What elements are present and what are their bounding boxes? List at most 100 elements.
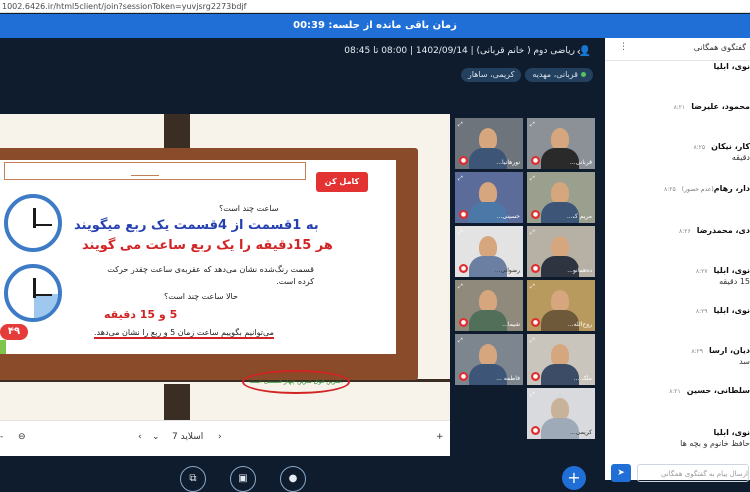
presenter-list: قربانی، مهدیه کریمی، ساهار — [460, 68, 593, 82]
camera-icon[interactable]: ▣ — [230, 466, 256, 492]
chat-message: نوی، ابلیا ۸:۲۷ 15 دقیقه — [605, 266, 750, 286]
mic-muted-icon: ● — [459, 318, 468, 327]
expand-icon[interactable]: ⤢ — [530, 283, 535, 291]
chat-message: دار، رهام(عدم حضور) ۸:۲۵ — [605, 184, 750, 193]
next-slide-button[interactable]: › — [218, 432, 222, 442]
chat-message: سلطانی، حسین ۸:۲۱ — [605, 386, 750, 395]
participant-name: ملک ... — [573, 375, 592, 382]
slide-select-chevron[interactable]: ⌄ — [152, 432, 160, 442]
clock-icon — [4, 194, 62, 252]
board-hanger-bottom — [164, 384, 190, 420]
video-tile[interactable]: ⤢ ● مریم ک... — [527, 172, 595, 223]
more-vertical-icon[interactable]: ⋮ — [619, 42, 628, 52]
presenter-name: قربانی، مهدیه — [532, 70, 578, 79]
chat-sender: نوی، ابلیا — [713, 266, 750, 275]
chat-message: نوی، ابلیا حافظ خانوم و بچه ها — [605, 428, 750, 448]
zoom-minus-label[interactable]: - — [0, 432, 3, 442]
clock-minute-hand — [34, 294, 52, 296]
strip-triangle — [131, 167, 159, 176]
chat-body: حافظ خانوم و بچه ها — [680, 439, 750, 448]
video-tile[interactable]: ⤢ ● ده‌همانو... — [527, 226, 595, 277]
send-icon[interactable]: ➤ — [611, 464, 631, 482]
video-tile[interactable]: ⤢ ● روح‌الله... — [527, 280, 595, 331]
board-hanger-top — [164, 114, 190, 148]
video-tile[interactable]: ⤢ ● ملک ... — [527, 334, 595, 385]
meeting-title: ریاضی دوم ( خانم قربانی) | 1402/09/14 | … — [344, 46, 575, 56]
chat-time: ۸:۲۹ — [691, 348, 704, 355]
video-tile[interactable]: ⤢ ● رضوانی... — [455, 226, 523, 277]
microphone-icon[interactable]: ● — [280, 466, 306, 492]
chat-body: 15 دقیقه — [719, 277, 750, 286]
participant-name: حسینی... — [496, 213, 520, 220]
chat-time: ۸:۲۱ — [673, 104, 686, 111]
participant-name: شیما... — [502, 321, 520, 328]
chat-body: دقیقه — [731, 153, 750, 162]
chat-time: ۸:۲۷ — [695, 268, 708, 275]
video-tile[interactable]: ⤢ ● قربانی... — [527, 118, 595, 169]
video-tile[interactable]: ⤢ ● کریمی... — [527, 388, 595, 439]
participant-name: فاطمه ... — [496, 375, 520, 382]
participant-name: ده‌همانو... — [567, 267, 592, 274]
mic-muted-icon: ● — [531, 372, 540, 381]
chat-time: ۸:۲۵ — [664, 186, 676, 193]
mic-muted-icon: ● — [459, 156, 468, 165]
video-tile[interactable]: ⤢ ● فاطمه ... — [455, 334, 523, 385]
prev-slide-button[interactable]: ‹ — [138, 432, 142, 442]
expand-icon[interactable]: ⤢ — [530, 229, 535, 237]
participant-name: قربانی... — [569, 159, 592, 166]
video-tile[interactable]: ⤢ ● شیما... — [455, 280, 523, 331]
chat-message: دی، محمدرضا ۸:۲۶ — [605, 226, 750, 235]
page-number-badge: ۴۹ — [0, 324, 28, 340]
participant-name: رضوانی... — [494, 267, 520, 274]
chat-message: نوی، ابلیا — [605, 62, 750, 71]
quarter-line-one: به 1قسمت از 4قسمت یک ربع میگویند — [74, 218, 319, 233]
address-bar[interactable]: 1002.6426.ir/html5client/join?sessionTok… — [0, 0, 750, 13]
mic-muted-icon: ● — [459, 210, 468, 219]
zoom-out-icon[interactable]: ⊖ — [18, 432, 26, 442]
chat-message: دیان، ارسا ۸:۲۹ سد — [605, 346, 750, 366]
question-two: حالا ساعت چند است؟ — [164, 292, 238, 301]
media-controls: ⧉ ▣ ● — [180, 466, 306, 492]
chat-sender: نوی، ابلیا — [713, 62, 750, 71]
expand-icon[interactable]: ⤢ — [458, 337, 463, 345]
slide-number[interactable]: اسلاید 7 — [172, 432, 203, 442]
question-one: ساعت چند است؟ — [219, 204, 279, 213]
presenter-chip: قربانی، مهدیه — [525, 68, 593, 82]
expand-icon[interactable]: ⤢ — [530, 121, 535, 129]
user-icon[interactable]: 👤 — [579, 46, 591, 57]
presentation-slide: کامل کن ساعت چند است؟ به 1قسمت از 4قسمت … — [0, 114, 450, 456]
chat-sender: نوی، ابلیا — [713, 428, 750, 437]
chat-panel: ⋮ گفتگوی همگانی نوی، ابلیا محمود، علیرضا… — [605, 38, 750, 482]
expand-icon[interactable]: ⤢ — [458, 229, 463, 237]
clock-minute-hand — [34, 224, 52, 226]
expand-icon[interactable]: ⤢ — [458, 121, 463, 129]
chat-sender: دی، محمدرضا — [696, 226, 750, 235]
chat-time: ۸:۲۱ — [669, 388, 681, 395]
chat-message: محمود، علیرضا ۸:۲۱ — [605, 102, 750, 111]
video-tile[interactable]: ⤢ ● نورهانیا... — [455, 118, 523, 169]
zoom-plus-label[interactable]: + — [436, 432, 444, 442]
presenter-chip: کریمی، ساهار — [460, 68, 522, 82]
expand-icon[interactable]: ⤢ — [458, 283, 463, 291]
participant-name: روح‌الله... — [567, 321, 592, 328]
chat-sender: محمود، علیرضا — [691, 102, 750, 111]
chat-message: نوی، ابلیا ۸:۲۹ — [605, 306, 750, 315]
top-strip — [4, 162, 306, 180]
expand-icon[interactable]: ⤢ — [530, 175, 535, 183]
presenter-name: کریمی، ساهار — [467, 70, 515, 79]
chat-input[interactable]: ارسال پیام به گفتگوی همگانی — [637, 464, 749, 482]
chat-body: سد — [739, 357, 750, 366]
expand-icon[interactable]: ⤢ — [458, 175, 463, 183]
video-tile[interactable]: ⤢ ● حسینی... — [455, 172, 523, 223]
actions-add-button[interactable]: + — [562, 466, 586, 490]
chat-time: ۸:۲۹ — [695, 308, 708, 315]
screen-share-icon[interactable]: ⧉ — [180, 466, 206, 492]
expand-icon[interactable]: ⤢ — [530, 337, 535, 345]
expand-icon[interactable]: ⤢ — [530, 391, 535, 399]
mic-muted-icon: ● — [459, 264, 468, 273]
slide-description: قسمت رنگ‌شده نشان می‌دهد که عقربه‌ی ساعت… — [107, 265, 314, 286]
mic-muted-icon: ● — [459, 372, 468, 381]
slide-conclusion: می‌توانیم بگوییم ساعت زمان 5 و ربع را نش… — [94, 328, 274, 339]
mic-muted-icon: ● — [531, 210, 540, 219]
mic-muted-icon: ● — [531, 264, 540, 273]
